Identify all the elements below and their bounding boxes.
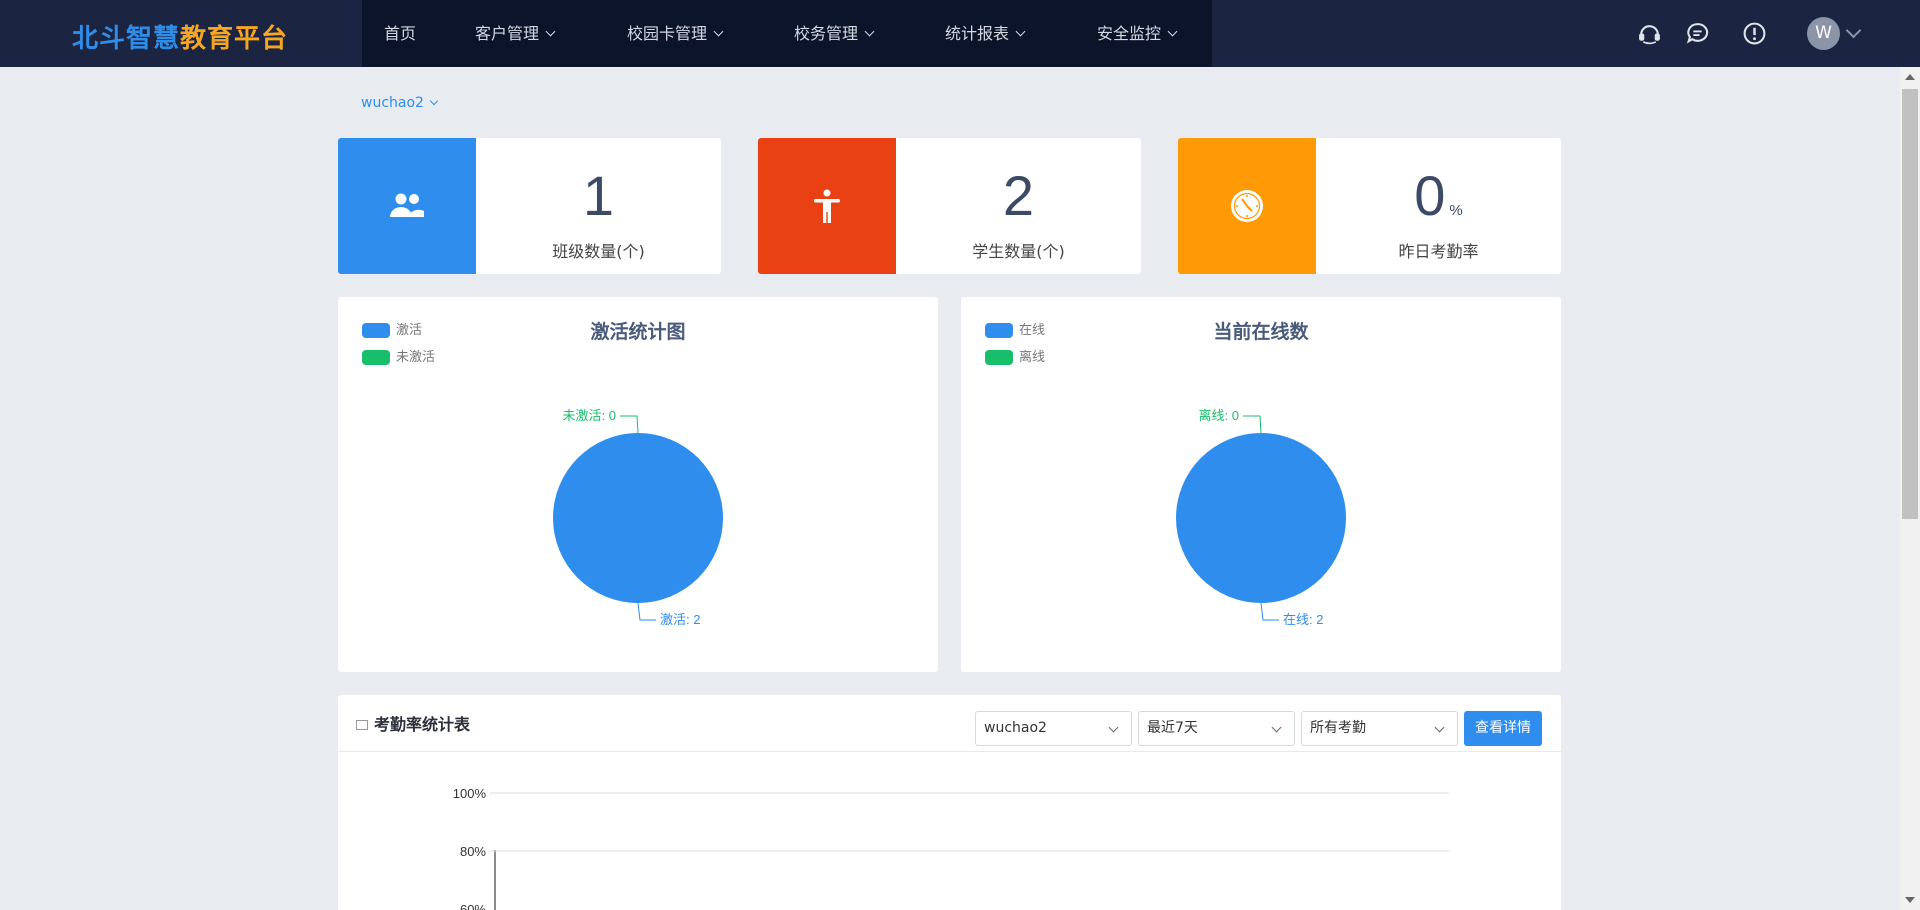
pie-label-not-activated: 未激活: 0	[563, 408, 616, 423]
attendance-line-chart: 100% 80% 60%	[453, 786, 1449, 910]
chat-icon[interactable]	[1685, 21, 1710, 46]
nav-item-campus-card-management[interactable]: 校园卡管理	[627, 0, 724, 67]
date-range-select[interactable]: 最近7天	[1138, 711, 1295, 746]
nav-item-statistics-reports[interactable]: 统计报表	[945, 0, 1026, 67]
user-avatar[interactable]: W	[1807, 17, 1840, 50]
chevron-down-icon	[429, 96, 439, 106]
activation-pie-chart: 未激活: 0 激活: 2	[553, 408, 723, 627]
stat-label: 昨日考勤率	[1398, 242, 1479, 261]
stat-icon-box	[1178, 138, 1316, 274]
top-navigation-bar: 北斗智慧教育平台 首页 客户管理 校园卡管理 校务管理 统计报表 安全监控 W	[0, 0, 1920, 67]
stat-value: 2	[1002, 164, 1035, 227]
online-count-panel: 在线 离线 当前在线数 离线: 0 在线: 2	[961, 297, 1561, 672]
panel-header: 考勤率统计表 wuchao2 最近7天 所有考勤 查看详情	[338, 695, 1561, 752]
main-nav: 首页 客户管理 校园卡管理 校务管理 统计报表 安全监控	[362, 0, 1212, 67]
stat-value: 1	[582, 164, 615, 227]
nav-item-customer-management[interactable]: 客户管理	[475, 0, 556, 67]
pie-slice-online[interactable]	[1176, 433, 1346, 603]
stat-card-student-count: 2 学生数量(个)	[758, 138, 1141, 274]
chevron-down-icon	[1167, 26, 1178, 37]
chevron-down-icon[interactable]	[1845, 22, 1862, 39]
chevron-down-icon	[864, 26, 875, 37]
nav-item-security-monitoring[interactable]: 安全监控	[1097, 0, 1178, 67]
chevron-down-icon	[1271, 722, 1282, 733]
chevron-down-icon	[545, 26, 556, 37]
stat-card-attendance-rate: 0% 昨日考勤率	[1178, 138, 1561, 274]
label-leader-line	[1260, 602, 1279, 621]
panel-title: 考勤率统计表	[356, 711, 470, 735]
y-tick-label: 80%	[460, 844, 486, 859]
headset-icon[interactable]	[1637, 21, 1662, 46]
accessibility-icon	[814, 189, 840, 223]
nav-item-home[interactable]: 首页	[384, 0, 416, 67]
attendance-type-select[interactable]: 所有考勤	[1301, 711, 1458, 746]
activation-chart-panel: 激活 未激活 激活统计图 未激活: 0 激活: 2	[338, 297, 938, 672]
stat-label: 班级数量(个)	[552, 242, 645, 261]
label-leader-line	[620, 415, 639, 434]
chevron-down-icon	[1015, 26, 1026, 37]
pie-label-activated: 激活: 2	[660, 612, 700, 627]
scroll-up-arrow-icon[interactable]	[1905, 74, 1915, 80]
chevron-down-icon	[1434, 722, 1445, 733]
school-selector[interactable]: wuchao2	[361, 95, 439, 111]
attendance-rate-panel: 考勤率统计表 wuchao2 最近7天 所有考勤 查看详情 100% 80% 60%	[338, 695, 1561, 910]
label-leader-line	[637, 602, 656, 621]
users-icon	[390, 193, 424, 217]
clock-icon	[1231, 190, 1263, 222]
view-details-button[interactable]: 查看详情	[1464, 711, 1542, 746]
school-filter-select[interactable]: wuchao2	[975, 711, 1132, 746]
online-pie-chart: 离线: 0 在线: 2	[1176, 408, 1346, 627]
stat-icon-box	[338, 138, 476, 274]
chevron-down-icon	[713, 26, 724, 37]
label-leader-line	[1243, 415, 1262, 434]
stat-card-class-count: 1 班级数量(个)	[338, 138, 721, 274]
y-tick-label: 60%	[460, 902, 486, 910]
stat-value: 0%	[1414, 164, 1463, 227]
stat-label: 学生数量(个)	[972, 242, 1065, 261]
stat-icon-box	[758, 138, 896, 274]
pie-slice-activated[interactable]	[553, 433, 723, 603]
y-tick-label: 100%	[453, 786, 487, 801]
chevron-down-icon	[1108, 722, 1119, 733]
scrollbar-thumb[interactable]	[1902, 89, 1918, 519]
pie-label-online: 在线: 2	[1283, 612, 1323, 627]
platform-logo[interactable]: 北斗智慧教育平台	[72, 18, 288, 55]
page-scrollbar[interactable]	[1900, 67, 1920, 910]
pie-label-offline: 离线: 0	[1199, 408, 1239, 423]
alert-icon[interactable]	[1742, 21, 1767, 46]
nav-item-school-affairs[interactable]: 校务管理	[794, 0, 875, 67]
scroll-down-arrow-icon[interactable]	[1905, 897, 1915, 903]
table-icon	[356, 719, 368, 730]
